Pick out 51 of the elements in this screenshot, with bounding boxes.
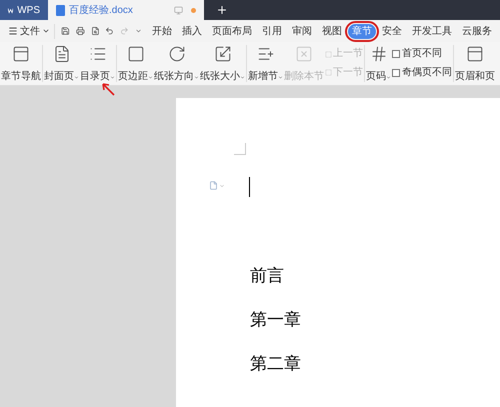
checkbox-label: 奇偶页不同 <box>402 68 452 78</box>
document-tab[interactable]: WPS <box>0 0 48 20</box>
new-tab-icon[interactable] <box>216 4 228 16</box>
undo-icon[interactable] <box>105 26 114 36</box>
ribbon-button[interactable]: 页眉和页 <box>455 45 495 82</box>
logo-icon <box>8 6 14 14</box>
menu-tab[interactable]: 开发工具 <box>408 24 456 38</box>
document-icon <box>56 4 65 16</box>
ribbon-button[interactable]: 新增节 <box>248 45 283 82</box>
save-icon[interactable] <box>61 26 70 36</box>
heading-text: 第二章 <box>250 354 301 374</box>
margin-corner <box>234 143 246 155</box>
menu-tab[interactable]: 安全 <box>378 24 406 38</box>
resize-icon <box>214 45 232 63</box>
hash-icon <box>370 45 388 63</box>
caret-icon <box>42 27 50 35</box>
document-icon <box>52 45 70 63</box>
checkbox[interactable] <box>392 50 400 58</box>
menu-tab[interactable]: 章节 <box>348 24 376 38</box>
arrow-icon <box>101 82 115 96</box>
menu-tab[interactable]: 视图 <box>318 24 346 38</box>
caret-icon <box>219 182 225 188</box>
menu-tab[interactable]: 审阅 <box>288 24 316 38</box>
ribbon-button[interactable]: 纸张方向 <box>154 45 199 82</box>
print-icon[interactable] <box>76 26 85 36</box>
ribbon-button[interactable]: 目录页 <box>80 45 115 82</box>
ribbon-button[interactable]: 页边距 <box>118 45 153 82</box>
ribbon-button[interactable]: 页码 <box>366 45 391 82</box>
menu-tab[interactable]: 开始 <box>148 24 176 38</box>
heading-text: 前言 <box>250 266 285 286</box>
file-menu[interactable]: 文件 <box>4 24 55 38</box>
square-icon <box>126 45 144 63</box>
preview-icon[interactable] <box>90 26 100 36</box>
ribbon-button[interactable]: 封面页 <box>44 45 79 82</box>
checkbox[interactable] <box>392 68 400 77</box>
menu-tab[interactable]: 引用 <box>258 24 286 38</box>
menu-tab[interactable]: 云服务 <box>458 24 496 38</box>
text-cursor <box>249 177 250 197</box>
document-tab[interactable]: 百度经验.docx <box>48 0 204 20</box>
panel-icon <box>466 45 484 63</box>
menu-icon <box>8 26 18 36</box>
dropdown-icon[interactable] <box>134 27 142 35</box>
ribbon-button[interactable]: 纸张大小 <box>200 45 245 82</box>
square-x-icon <box>295 45 313 63</box>
panel-icon <box>12 45 30 63</box>
rotate-icon <box>168 45 186 63</box>
heading-text: 第一章 <box>250 310 301 330</box>
checkbox-label: 首页不同 <box>402 49 442 60</box>
menu-tab[interactable]: 页面布局 <box>208 24 256 38</box>
ribbon-button[interactable]: 章节导航 <box>1 45 41 82</box>
menu-tab[interactable]: 插入 <box>178 24 206 38</box>
